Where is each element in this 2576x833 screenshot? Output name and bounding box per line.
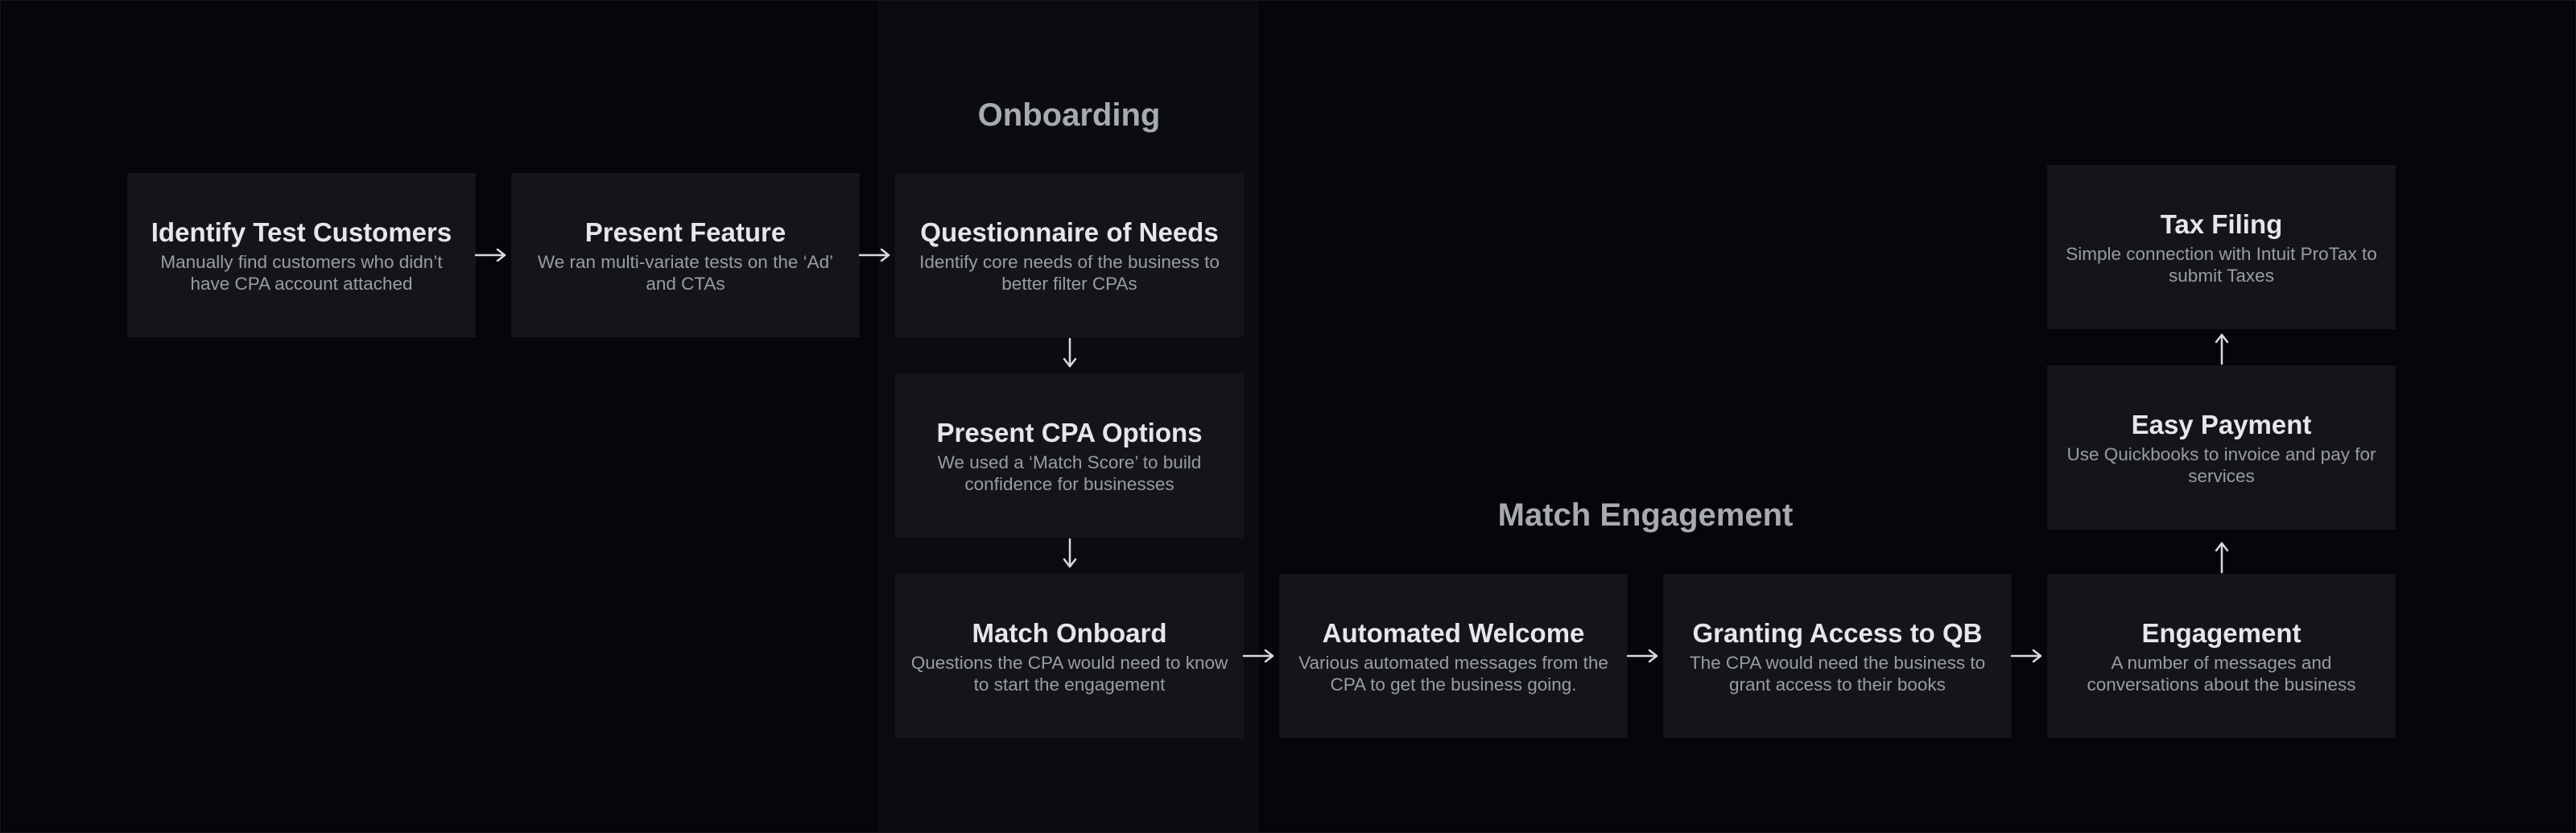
connector-arrows	[474, 248, 2229, 663]
arrow-down-icon	[1063, 538, 1077, 568]
arrow-right-icon	[1242, 649, 1274, 663]
diagram-canvas: Onboarding Match Engagement Identify Tes…	[0, 0, 2576, 833]
arrow-right-icon	[474, 248, 506, 262]
arrow-right-icon	[858, 248, 890, 262]
arrow-right-icon	[1626, 649, 1658, 663]
arrow-up-icon	[2215, 542, 2229, 574]
arrow-up-icon	[2215, 333, 2229, 365]
arrow-right-icon	[2010, 649, 2042, 663]
arrow-down-icon	[1063, 337, 1077, 368]
